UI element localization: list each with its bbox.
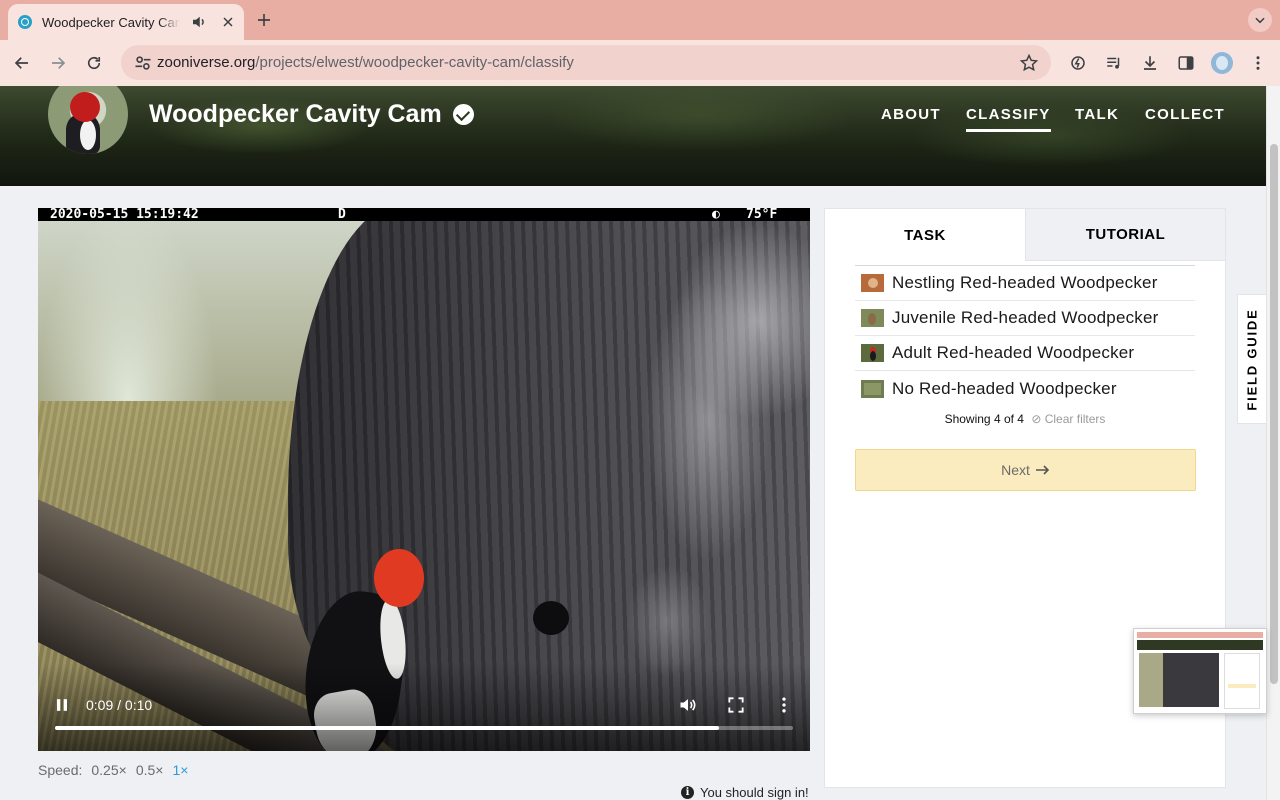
- project-avatar[interactable]: [48, 86, 128, 154]
- project-header: Woodpecker Cavity Cam ABOUT CLASSIFY TAL…: [0, 86, 1266, 186]
- screenshot-preview-thumbnail[interactable]: [1133, 628, 1267, 714]
- url-host: zooniverse.org: [157, 54, 256, 71]
- subject-video[interactable]: 2020-05-15 15:19:42 D ◐ 75°F 0:09 / 0:10: [38, 208, 810, 751]
- clear-filters-link[interactable]: ⊘ Clear filters: [1031, 412, 1105, 426]
- scrollbar-thumb[interactable]: [1270, 144, 1278, 684]
- url-text[interactable]: zooniverse.org/projects/elwest/woodpecke…: [157, 54, 574, 71]
- media-controls-button[interactable]: [1102, 51, 1126, 75]
- tab-search-button[interactable]: [1248, 8, 1272, 32]
- new-tab-icon[interactable]: [255, 11, 273, 29]
- speed-label: Speed:: [38, 762, 83, 778]
- page-scrollbar[interactable]: [1266, 86, 1280, 800]
- side-panel-button[interactable]: [1174, 51, 1198, 75]
- speaker-icon[interactable]: [190, 13, 208, 31]
- juvenile-thumbnail-icon: [861, 309, 884, 327]
- camera-temperature: 75°F: [746, 208, 778, 222]
- signin-text: You should sign in!: [700, 785, 809, 800]
- address-bar[interactable]: zooniverse.org/projects/elwest/woodpecke…: [121, 45, 1051, 80]
- no-woodpecker-thumbnail-icon: [861, 379, 884, 398]
- url-path: /projects/elwest/woodpecker-cavity-cam/c…: [255, 54, 574, 71]
- speed-option-1[interactable]: 1×: [172, 762, 188, 778]
- choice-none[interactable]: No Red-headed Woodpecker: [855, 371, 1195, 406]
- tab-tutorial[interactable]: TUTORIAL: [1025, 209, 1225, 261]
- page-viewport: Woodpecker Cavity Cam ABOUT CLASSIFY TAL…: [0, 86, 1266, 800]
- info-icon: i: [681, 786, 694, 799]
- tab-title: Woodpecker Cavity Cam: [42, 14, 180, 30]
- choice-label: No Red-headed Woodpecker: [892, 378, 1117, 398]
- browser-tab-strip: Woodpecker Cavity Cam: [0, 0, 1280, 40]
- video-progress-fill: [55, 726, 720, 730]
- reload-icon: [87, 56, 101, 70]
- arrow-right-icon: [1035, 465, 1050, 475]
- next-button[interactable]: Next: [855, 449, 1196, 491]
- field-guide-label: FIELD GUIDE: [1244, 307, 1260, 411]
- nav-collect[interactable]: COLLECT: [1145, 106, 1225, 123]
- nav-about[interactable]: ABOUT: [881, 106, 941, 123]
- choice-label: Adult Red-headed Woodpecker: [892, 343, 1135, 362]
- camera-mode: D: [338, 208, 346, 222]
- nav-classify[interactable]: CLASSIFY: [966, 106, 1051, 132]
- site-settings-icon[interactable]: [133, 53, 153, 73]
- choice-list: Nestling Red-headed Woodpecker Juvenile …: [855, 265, 1195, 406]
- next-label: Next: [1001, 462, 1030, 478]
- camera-timestamp: 2020-05-15 15:19:42: [50, 208, 199, 222]
- forward-button[interactable]: [46, 51, 70, 75]
- browser-menu-button[interactable]: [1246, 51, 1270, 75]
- field-guide-tab[interactable]: FIELD GUIDE: [1237, 294, 1266, 424]
- project-title[interactable]: Woodpecker Cavity Cam: [149, 100, 442, 129]
- choice-label: Juvenile Red-headed Woodpecker: [892, 308, 1159, 327]
- verified-badge-icon: [453, 104, 474, 125]
- profile-avatar[interactable]: [1211, 52, 1233, 74]
- clear-filters-icon: ⊘: [1031, 412, 1042, 426]
- speed-option-0.25[interactable]: 0.25×: [91, 762, 126, 778]
- reload-button[interactable]: [82, 51, 106, 75]
- queue-music-icon: [1107, 57, 1120, 69]
- chevron-down-icon: [1255, 17, 1265, 24]
- camera-overlay-bar: 2020-05-15 15:19:42 D ◐ 75°F: [38, 208, 810, 221]
- choice-label: Nestling Red-headed Woodpecker: [892, 273, 1158, 292]
- extension-icon: [1071, 56, 1085, 70]
- choice-juvenile[interactable]: Juvenile Red-headed Woodpecker: [855, 301, 1195, 336]
- browser-tab[interactable]: Woodpecker Cavity Cam: [8, 4, 244, 40]
- signin-notice[interactable]: i You should sign in!: [681, 785, 809, 800]
- choice-nestling[interactable]: Nestling Red-headed Woodpecker: [855, 266, 1195, 301]
- fullscreen-icon[interactable]: [726, 695, 746, 715]
- showing-count: Showing 4 of 4: [944, 412, 1024, 426]
- video-time: 0:09 / 0:10: [86, 697, 153, 713]
- moon-phase-icon: ◐: [712, 208, 720, 222]
- nestling-thumbnail-icon: [861, 274, 884, 292]
- tab-task[interactable]: TASK: [825, 209, 1025, 261]
- volume-icon[interactable]: [678, 695, 698, 715]
- video-progress-bar[interactable]: [55, 726, 793, 730]
- filter-summary: Showing 4 of 4 ⊘ Clear filters: [855, 412, 1195, 426]
- bookmark-star-icon[interactable]: [1019, 53, 1039, 73]
- arrow-left-icon: [14, 57, 28, 69]
- downloads-button[interactable]: [1138, 51, 1162, 75]
- side-panel-icon: [1178, 56, 1194, 70]
- clear-filters-text: Clear filters: [1044, 412, 1106, 426]
- adult-thumbnail-icon: [861, 344, 884, 362]
- pause-icon[interactable]: [52, 695, 72, 715]
- arrow-right-icon: [52, 57, 66, 69]
- speed-option-0.5[interactable]: 0.5×: [136, 762, 164, 778]
- cavity-hole: [533, 601, 569, 635]
- extension-button[interactable]: [1066, 51, 1090, 75]
- zooniverse-favicon-icon: [18, 15, 32, 29]
- choice-adult[interactable]: Adult Red-headed Woodpecker: [855, 336, 1195, 371]
- more-vertical-icon: [1256, 56, 1260, 70]
- close-tab-icon[interactable]: [220, 14, 236, 30]
- more-options-icon[interactable]: [774, 695, 794, 715]
- speed-controls: Speed: 0.25× 0.5× 1×: [38, 762, 189, 778]
- download-icon: [1144, 56, 1156, 70]
- browser-toolbar: zooniverse.org/projects/elwest/woodpecke…: [0, 40, 1280, 86]
- back-button[interactable]: [10, 51, 34, 75]
- nav-talk[interactable]: TALK: [1075, 106, 1119, 123]
